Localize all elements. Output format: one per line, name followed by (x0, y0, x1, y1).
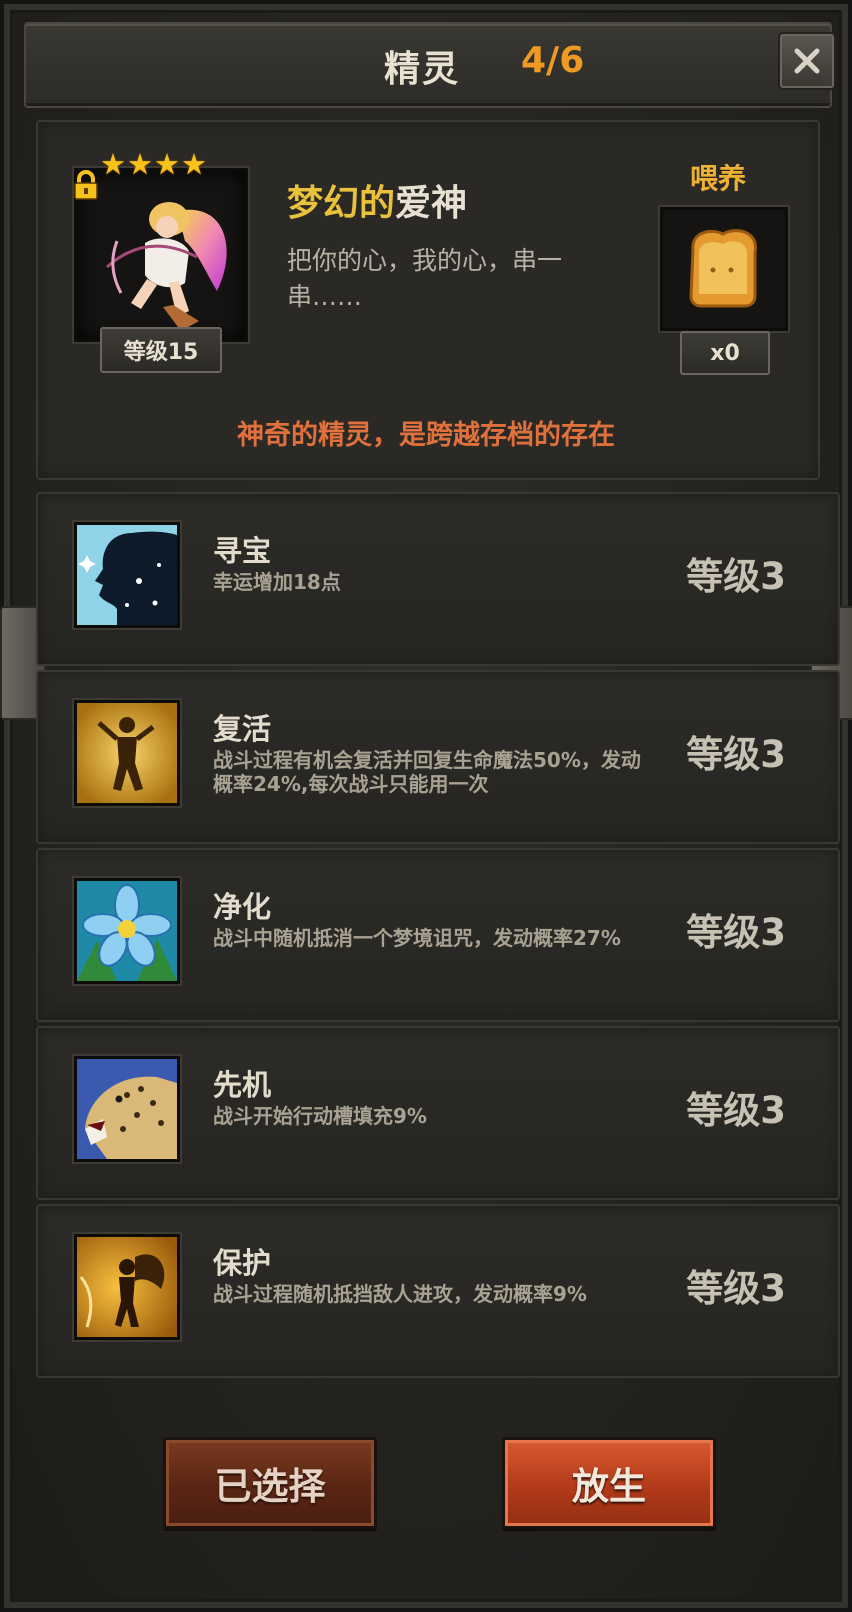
feed-count: x0 (680, 331, 770, 375)
close-icon (794, 48, 820, 74)
skill-name: 先机 (213, 1068, 272, 1102)
sprite-tagline: 神奇的精灵，是跨越存档的存在 (237, 420, 615, 451)
skill-level: 等级3 (686, 1089, 786, 1132)
skill-row[interactable]: 净化 战斗中随机抵消一个梦境诅咒，发动概率27% 等级3 (36, 848, 840, 1022)
sprite-description: 把你的心，我的心，串一串…… (287, 246, 563, 311)
release-button[interactable]: 放生 (502, 1437, 716, 1529)
sprite-count: 4/6 (521, 40, 585, 81)
cupid-portrait-icon (105, 202, 227, 331)
star-rating: ★ ★ ★ ★ (100, 150, 207, 179)
sprite-name-prefix: 梦幻的 (287, 183, 396, 224)
skill-level: 等级3 (686, 733, 786, 776)
close-button[interactable] (780, 34, 834, 88)
feed-slot[interactable] (660, 207, 788, 331)
leopard-icon (74, 1056, 180, 1162)
skill-desc: 战斗开始行动槽填充9% (213, 1104, 427, 1128)
sprite-portrait[interactable] (74, 168, 248, 342)
skill-name: 保护 (213, 1246, 272, 1280)
sprite-name-main: 爱神 (395, 183, 468, 224)
skill-name: 寻宝 (213, 534, 272, 568)
star-icon: ★ (154, 147, 180, 181)
skill-desc: 幸运增加18点 (213, 570, 341, 594)
skill-desc: 战斗过程有机会复活并回复生命魔法50%，发动概率24%,每次战斗只能用一次 (213, 748, 641, 796)
skill-name: 复活 (213, 712, 272, 746)
sprite-level-tag: 等级15 (100, 327, 222, 373)
skill-row[interactable]: 先机 战斗开始行动槽填充9% 等级3 (36, 1026, 840, 1200)
sprite-name: 梦幻的爱神 (287, 174, 467, 226)
fairy-shield-icon (74, 1234, 180, 1340)
panel-title: 精灵 (384, 49, 461, 90)
skill-desc: 战斗中随机抵消一个梦境诅咒，发动概率27% (213, 926, 621, 950)
skill-row[interactable]: 寻宝 幸运增加18点 等级3 (36, 492, 840, 666)
skill-name: 净化 (213, 890, 272, 924)
blue-flower-icon (74, 878, 180, 984)
star-icon: ★ (100, 147, 126, 181)
selected-button[interactable]: 已选择 (163, 1437, 377, 1529)
skill-level: 等级3 (686, 555, 786, 598)
star-icon: ★ (127, 147, 153, 181)
skill-level: 等级3 (686, 911, 786, 954)
silhouette-stars-icon (74, 522, 180, 628)
skill-row[interactable]: 复活 战斗过程有机会复活并回复生命魔法50%，发动概率24%,每次战斗只能用一次… (36, 670, 840, 844)
resurrect-figure-icon (74, 700, 180, 806)
skill-row[interactable]: 保护 战斗过程随机抵挡敌人进攻，发动概率9% 等级3 (36, 1204, 840, 1378)
skill-desc: 战斗过程随机抵挡敌人进攻，发动概率9% (213, 1282, 587, 1306)
lock-icon[interactable] (73, 170, 99, 200)
bread-icon (689, 229, 757, 308)
feed-label: 喂养 (690, 162, 747, 195)
star-icon: ★ (181, 147, 207, 181)
skill-level: 等级3 (686, 1267, 786, 1310)
